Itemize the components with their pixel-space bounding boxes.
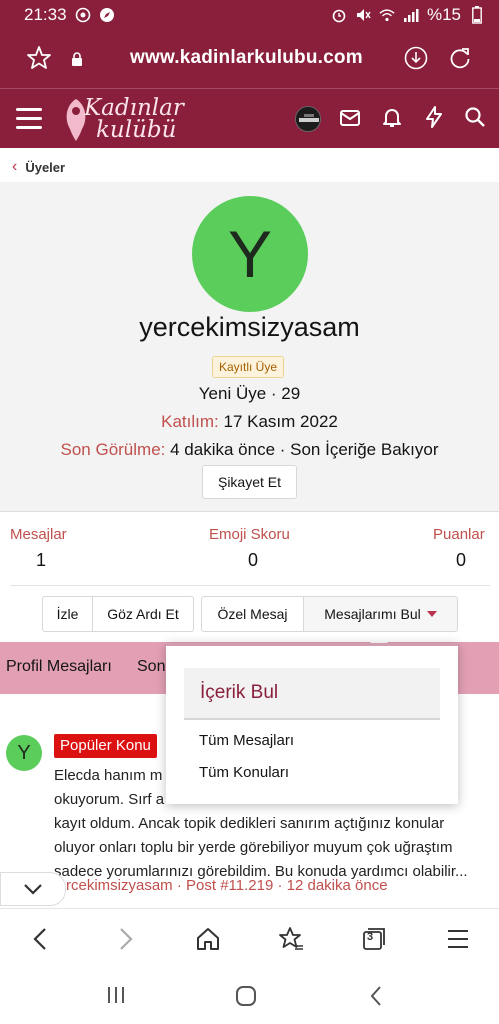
- follow-ignore-group: İzle Göz Ardı Et: [42, 596, 194, 632]
- find-posts-button[interactable]: Mesajlarımı Bul: [304, 596, 458, 632]
- system-back-icon[interactable]: [368, 985, 384, 1012]
- last-seen-info: Son Görülme: 4 dakika önce · Son İçeriğe…: [0, 440, 499, 460]
- status-bar: 21:33 %15: [0, 0, 499, 30]
- stat-value-messages[interactable]: 1: [36, 550, 46, 571]
- message-line: kayıt oldum. Ancak topik dedikleri sanır…: [54, 815, 445, 832]
- signal-icon: [403, 7, 419, 23]
- dropdown-item-all-posts[interactable]: Tüm Mesajları: [199, 732, 294, 749]
- stat-label-emoji-score: Emoji Skoru: [209, 526, 290, 543]
- logo-line2: kulübü: [96, 117, 177, 143]
- message-line-start: okuyorum. Sırf a: [54, 791, 165, 808]
- stat-value-emoji-score: 0: [248, 550, 259, 570]
- private-message-button[interactable]: Özel Mesaj: [201, 596, 304, 632]
- status-time: 21:33: [24, 5, 67, 24]
- joined-info: Katılım: 17 Kasım 2022: [0, 412, 499, 432]
- lock-icon: [71, 52, 83, 66]
- tabs-icon[interactable]: 3: [361, 926, 387, 952]
- popular-topic-badge: Popüler Konu: [54, 734, 157, 758]
- caret-down-icon: [426, 611, 437, 617]
- profile-username: yercekimsizyasam: [139, 312, 360, 342]
- scroll-down-button[interactable]: [0, 872, 66, 906]
- follow-button[interactable]: İzle: [42, 596, 93, 632]
- breadcrumb[interactable]: ‹ Üyeler: [12, 158, 65, 176]
- chevron-left-icon: ‹: [12, 158, 18, 175]
- browser-toolbar: 3: [0, 908, 499, 966]
- stat-label-messages[interactable]: Mesajlar: [10, 526, 67, 543]
- joined-label: Katılım:: [161, 412, 219, 431]
- menu-icon[interactable]: [16, 108, 42, 130]
- user-title: Yeni Üye · 29: [198, 384, 301, 403]
- report-button[interactable]: Şikayet Et: [202, 465, 297, 499]
- recent-apps-icon[interactable]: [106, 986, 126, 1009]
- battery-icon: [469, 6, 485, 24]
- member-badge: Kayıtlı Üye: [212, 356, 285, 378]
- lightning-icon[interactable]: [422, 105, 446, 129]
- breadcrumb-link[interactable]: Üyeler: [25, 160, 65, 175]
- dropdown-item-all-threads[interactable]: Tüm Konuları: [199, 764, 289, 781]
- search-icon[interactable]: [463, 105, 487, 129]
- mail-icon[interactable]: [338, 106, 362, 130]
- tab-count: 3: [367, 931, 374, 943]
- url-text[interactable]: www.kadinlarkulubu.com: [130, 47, 363, 69]
- profile-avatar: Y: [192, 196, 308, 312]
- dropdown-header: İçerik Bul: [184, 668, 440, 720]
- back-icon[interactable]: [28, 926, 54, 952]
- chevron-down-icon: [24, 884, 42, 895]
- home-icon[interactable]: [195, 926, 221, 952]
- download-icon[interactable]: [404, 46, 428, 70]
- stat-label-points[interactable]: Puanlar: [433, 526, 485, 543]
- tab-profile-posts[interactable]: Profil Mesajları: [6, 658, 112, 676]
- bookmark-star-icon[interactable]: [26, 45, 52, 71]
- forward-icon[interactable]: [112, 926, 138, 952]
- profile-header: Y yercekimsizyasam Kayıtlı Üye Yeni Üye …: [0, 182, 499, 512]
- message-find-group: Özel Mesaj Mesajlarımı Bul: [201, 596, 458, 632]
- last-seen-value: 4 dakika önce · Son İçeriğe Bakıyor: [170, 440, 439, 459]
- message-meta-text[interactable]: rcekimsizyasam · Post #11.219 · 12 dakik…: [66, 877, 388, 894]
- sync-icon: [75, 7, 91, 23]
- battery-percentage: %15: [426, 5, 461, 24]
- joined-value: 17 Kasım 2022: [223, 412, 338, 431]
- system-navigation-bar: [0, 966, 499, 1024]
- site-logo[interactable]: Kadınlar kulübü: [62, 93, 188, 145]
- wifi-icon: [379, 7, 395, 23]
- find-posts-label: Mesajlarımı Bul: [324, 606, 421, 622]
- profile-stats: Mesajlar 1 Emoji Skoru 0 Puanlar 0: [0, 520, 499, 582]
- browser-menu-icon[interactable]: [445, 926, 471, 952]
- stats-divider: [10, 585, 490, 586]
- find-content-dropdown: İçerik Bul Tüm Mesajları Tüm Konuları: [166, 643, 458, 804]
- reload-icon[interactable]: [448, 46, 472, 70]
- stat-value-points[interactable]: 0: [456, 550, 466, 571]
- message-meta[interactable]: rcekimsizyasam · Post #11.219 · 12 dakik…: [54, 877, 388, 894]
- message-line: oluyor onları toplu bir yerde görebiliyo…: [54, 839, 453, 856]
- user-avatar[interactable]: [295, 106, 321, 132]
- last-seen-label: Son Görülme:: [60, 440, 166, 459]
- bell-icon[interactable]: [380, 105, 404, 129]
- home-button-icon[interactable]: [235, 985, 257, 1012]
- bookmarks-icon[interactable]: [278, 926, 304, 952]
- mute-icon: [355, 7, 371, 23]
- compass-icon: [99, 7, 115, 23]
- message-avatar[interactable]: Y: [6, 735, 42, 771]
- alarm-icon: [331, 7, 347, 23]
- tab-recent[interactable]: Son: [137, 658, 165, 676]
- browser-url-bar: www.kadinlarkulubu.com: [0, 30, 499, 88]
- ignore-button[interactable]: Göz Ardı Et: [93, 596, 194, 632]
